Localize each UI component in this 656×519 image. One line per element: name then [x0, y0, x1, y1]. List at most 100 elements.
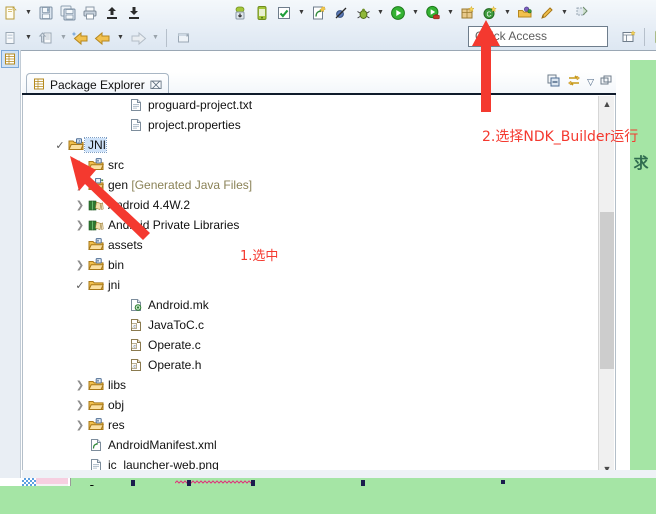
- new-java-package-icon[interactable]: [457, 2, 479, 24]
- open-type-icon[interactable]: [514, 2, 536, 24]
- new-wizard-dropdown-icon[interactable]: ▼: [22, 2, 35, 24]
- twisty-collapsed-icon[interactable]: ❯: [73, 180, 87, 191]
- twisty-collapsed-icon[interactable]: ❯: [73, 220, 87, 231]
- lint-dropdown-icon[interactable]: ▼: [295, 2, 308, 24]
- main-toolbar: ▼ ▼ ▼ ▼ ▼ C ▼ ▼ ▼ ▼ ▼ ▼ Quick Access: [0, 0, 656, 51]
- forward-dropdown-icon[interactable]: ▼: [149, 27, 162, 49]
- twisty-expanded-icon[interactable]: ✓: [73, 279, 87, 292]
- new-wizard-icon[interactable]: [0, 2, 22, 24]
- tree-row[interactable]: AndroidManifest.xml: [23, 435, 595, 455]
- quick-access-input[interactable]: Quick Access: [468, 26, 608, 47]
- tree-row[interactable]: ✓ jni: [23, 275, 595, 295]
- library-icon: [87, 197, 105, 213]
- tree-row[interactable]: ❯ Android Private Libraries: [23, 215, 595, 235]
- scroll-up-arrow-icon[interactable]: ▲: [599, 96, 615, 112]
- perspective-java-icon[interactable]: [651, 26, 656, 48]
- project-tree[interactable]: proguard-project.txt project.properties ✓ J…: [23, 95, 595, 476]
- view-tab-bar: Package Explorer ⌧ ▽: [22, 72, 616, 96]
- java-project-icon: J: [67, 137, 85, 153]
- tree-row-label: Android 4.4W.2: [108, 198, 191, 212]
- tree-row[interactable]: proguard-project.txt: [23, 95, 595, 115]
- debug-icon[interactable]: [352, 2, 374, 24]
- export-icon[interactable]: [101, 2, 123, 24]
- tree-row-label: proguard-project.txt: [148, 98, 253, 112]
- new-class-dropdown-icon[interactable]: ▼: [501, 2, 514, 24]
- tree-row-label: Operate.c: [148, 338, 201, 352]
- toolbar-row-primary: ▼ ▼ ▼ ▼ ▼ C ▼ ▼: [0, 0, 593, 25]
- back-icon[interactable]: [92, 27, 114, 49]
- view-menu-icon[interactable]: ▽: [587, 77, 594, 88]
- twisty-collapsed-icon[interactable]: ❯: [73, 400, 87, 411]
- text-file-icon: [127, 117, 145, 133]
- new-java-class-icon[interactable]: C: [479, 2, 501, 24]
- search-dropdown-icon[interactable]: ▼: [558, 2, 571, 24]
- print-icon[interactable]: [79, 2, 101, 24]
- back-dropdown-icon[interactable]: ▼: [114, 27, 127, 49]
- close-icon[interactable]: ⌧: [150, 79, 163, 92]
- skip-all-breakpoints-icon[interactable]: [330, 2, 352, 24]
- tree-row[interactable]: ❯ bin: [23, 255, 595, 275]
- tree-row[interactable]: .c JavaToC.c: [23, 315, 595, 335]
- link-with-editor-icon[interactable]: [567, 74, 581, 91]
- twisty-collapsed-icon[interactable]: ❯: [73, 420, 87, 431]
- tree-row[interactable]: ❯ res: [23, 415, 595, 435]
- pencil-icon[interactable]: [536, 2, 558, 24]
- tree-row[interactable]: ❯ obj: [23, 395, 595, 415]
- save-icon[interactable]: [35, 2, 57, 24]
- tree-row-label: obj: [108, 398, 125, 412]
- gen-folder-icon: [87, 177, 105, 193]
- lint-warnings-icon[interactable]: [273, 2, 295, 24]
- pin-editor-icon[interactable]: [173, 27, 195, 49]
- tree-row-label: src: [108, 158, 124, 172]
- view-toolbar: ▽: [547, 74, 612, 91]
- tree-row[interactable]: ❯ src: [23, 155, 595, 175]
- toggle-mark-occurrences-icon[interactable]: [0, 27, 22, 49]
- tree-row[interactable]: ❯ libs: [23, 375, 595, 395]
- collapse-all-icon[interactable]: [547, 74, 561, 91]
- minimize-view-icon[interactable]: [600, 75, 612, 90]
- tree-vertical-scrollbar[interactable]: ▲ ▼: [598, 96, 614, 477]
- annotation-step-2: 2.选择NDK_Builder运行: [482, 129, 639, 145]
- external-tools-icon[interactable]: [422, 2, 444, 24]
- tree-row-label: bin: [108, 258, 125, 272]
- next-annotation-icon[interactable]: [571, 2, 593, 24]
- twisty-expanded-icon[interactable]: ✓: [53, 139, 67, 152]
- android-xml-icon: [87, 437, 105, 453]
- import-icon[interactable]: [123, 2, 145, 24]
- svg-text:J: J: [78, 139, 80, 143]
- tree-row-suffix: [Generated Java Files]: [128, 178, 253, 192]
- run-icon[interactable]: [387, 2, 409, 24]
- tree-row[interactable]: assets: [23, 235, 595, 255]
- tree-row-label: JNI: [84, 137, 107, 153]
- run-dropdown-icon[interactable]: ▼: [409, 2, 422, 24]
- open-task-icon[interactable]: [35, 27, 57, 49]
- mark-occurrences-dropdown-icon[interactable]: ▼: [22, 27, 35, 49]
- tree-row[interactable]: Android.mk: [23, 295, 595, 315]
- back-to-last-edit-icon[interactable]: [70, 27, 92, 49]
- new-android-xml-icon[interactable]: [308, 2, 330, 24]
- source-folder-icon: [87, 157, 105, 173]
- scrollbar-thumb[interactable]: [600, 212, 614, 369]
- open-perspective-icon[interactable]: [618, 26, 640, 48]
- open-task-dropdown-icon[interactable]: ▼: [57, 27, 70, 49]
- save-all-icon[interactable]: [57, 2, 79, 24]
- tree-row[interactable]: ❯ Android 4.4W.2: [23, 195, 595, 215]
- editor-top-filler: [22, 470, 656, 478]
- external-tools-dropdown-icon[interactable]: ▼: [444, 2, 457, 24]
- tree-row[interactable]: .c Operate.h: [23, 355, 595, 375]
- tree-row-label: AndroidManifest.xml: [108, 438, 217, 452]
- twisty-collapsed-icon[interactable]: ❯: [73, 260, 87, 271]
- android-sdk-manager-icon[interactable]: [229, 2, 251, 24]
- tree-row[interactable]: .c Operate.c: [23, 335, 595, 355]
- tree-row-label: Android.mk: [148, 298, 209, 312]
- tree-row-label: Operate.h: [148, 358, 202, 372]
- debug-dropdown-icon[interactable]: ▼: [374, 2, 387, 24]
- twisty-collapsed-icon[interactable]: ❯: [73, 160, 87, 171]
- tree-row[interactable]: ❯ gen [Generated Java Files]: [23, 175, 595, 195]
- android-virtual-device-manager-icon[interactable]: [251, 2, 273, 24]
- twisty-collapsed-icon[interactable]: ❯: [73, 200, 87, 211]
- forward-icon[interactable]: [127, 27, 149, 49]
- package-explorer-fastview-icon[interactable]: [1, 50, 19, 68]
- fast-view-bar: [0, 50, 21, 514]
- twisty-collapsed-icon[interactable]: ❯: [73, 380, 87, 391]
